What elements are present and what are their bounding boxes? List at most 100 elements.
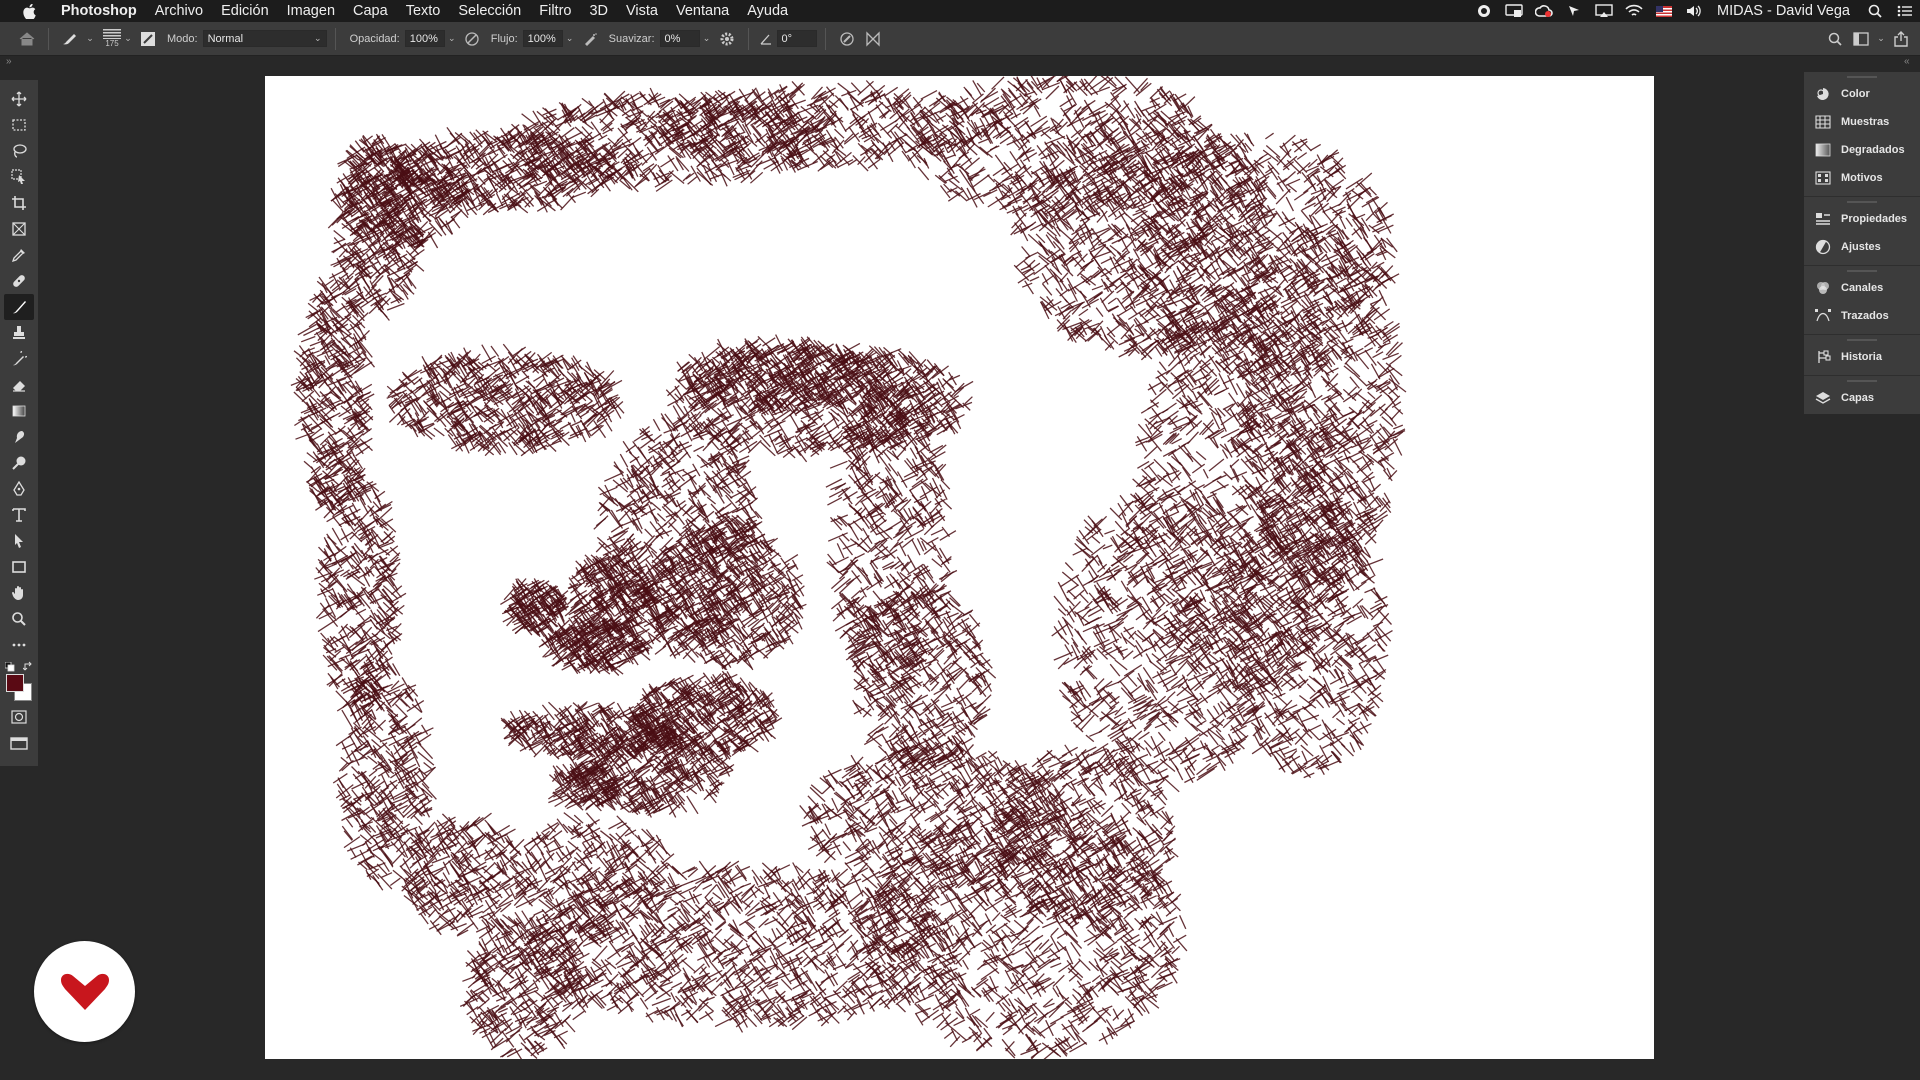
dodge-tool[interactable]: [4, 450, 34, 476]
collapse-toolbar-icon[interactable]: »: [6, 56, 12, 67]
screen-mode-button[interactable]: [4, 730, 34, 756]
document-canvas[interactable]: [265, 76, 1654, 1059]
brush-size-value: 175: [105, 39, 118, 48]
panel-properties[interactable]: Propiedades: [1804, 205, 1920, 233]
panel-label: Motivos: [1841, 172, 1883, 184]
gradient-tool[interactable]: [4, 398, 34, 424]
hand-tool[interactable]: [4, 580, 34, 606]
wifi-icon[interactable]: [1619, 0, 1649, 22]
crop-tool[interactable]: [4, 190, 34, 216]
marquee-tool[interactable]: [4, 112, 34, 138]
brush-settings-panel-icon[interactable]: [135, 26, 161, 52]
chevron-down-icon[interactable]: ⌄: [445, 30, 459, 47]
history-brush-tool[interactable]: [4, 346, 34, 372]
menu-imagen[interactable]: Imagen: [278, 3, 344, 19]
panel-patterns[interactable]: Motivos: [1804, 164, 1920, 192]
panel-group-color: Color Muestras Degradados Motivos: [1804, 72, 1920, 197]
airplay-icon[interactable]: [1589, 0, 1619, 22]
marquee-tool-icon: [11, 117, 27, 133]
rectangle-tool[interactable]: [4, 554, 34, 580]
flow-input[interactable]: 100%: [523, 30, 563, 47]
collapse-dock-icon[interactable]: «: [1904, 56, 1910, 67]
panel-group-properties: Propiedades Ajustes: [1804, 197, 1920, 266]
tools-panel: [0, 80, 38, 766]
brush-angle-input[interactable]: 0°: [777, 30, 817, 47]
workspace-icon[interactable]: [1848, 26, 1874, 52]
menu-app-photoshop[interactable]: Photoshop: [52, 3, 146, 19]
chevron-down-icon[interactable]: ⌄: [563, 30, 577, 47]
lasso-tool[interactable]: [4, 138, 34, 164]
lasso-tool-icon: [11, 143, 27, 159]
type-tool[interactable]: [4, 502, 34, 528]
eraser-tool[interactable]: [4, 372, 34, 398]
flag-us-icon[interactable]: [1649, 0, 1679, 22]
healing-brush-tool[interactable]: [4, 268, 34, 294]
gradient-tool-icon: [11, 403, 27, 419]
panel-history[interactable]: Historia: [1804, 343, 1920, 371]
spotlight-search-icon[interactable]: [1860, 0, 1890, 22]
panel-gradients[interactable]: Degradados: [1804, 136, 1920, 164]
chevron-down-icon[interactable]: ⌄: [121, 30, 135, 47]
frame-tool[interactable]: [4, 216, 34, 242]
home-icon[interactable]: [14, 26, 40, 52]
user-name[interactable]: MIDAS - David Vega: [1709, 3, 1860, 19]
menu-vista[interactable]: Vista: [617, 3, 667, 19]
pressure-size-icon[interactable]: [834, 26, 860, 52]
smoothing-input[interactable]: 0%: [660, 30, 700, 47]
brush-preset-picker[interactable]: [57, 26, 83, 52]
menu-ventana[interactable]: Ventana: [667, 3, 738, 19]
panel-layers[interactable]: Capas: [1804, 384, 1920, 412]
path-select-tool[interactable]: [4, 528, 34, 554]
smoothing-settings-gear-icon[interactable]: [714, 26, 740, 52]
clone-stamp-tool[interactable]: [4, 320, 34, 346]
brush-size-picker[interactable]: 175: [103, 29, 121, 48]
pressure-opacity-icon[interactable]: [459, 26, 485, 52]
cursor-icon[interactable]: [1559, 0, 1589, 22]
move-tool[interactable]: [4, 86, 34, 112]
mode-select[interactable]: Normal ⌄: [203, 30, 327, 47]
menu-ayuda[interactable]: Ayuda: [738, 3, 797, 19]
divider: [335, 28, 336, 50]
search-icon[interactable]: [1822, 26, 1848, 52]
zoom-tool[interactable]: [4, 606, 34, 632]
more-tools[interactable]: [4, 632, 34, 658]
chevron-down-icon[interactable]: ⌄: [1874, 30, 1888, 47]
control-center-list-icon[interactable]: [1890, 0, 1920, 22]
panel-channels[interactable]: Canales: [1804, 274, 1920, 302]
pen-tool[interactable]: [4, 476, 34, 502]
menu-capa[interactable]: Capa: [344, 3, 397, 19]
apple-icon[interactable]: [18, 4, 40, 19]
volume-icon[interactable]: [1679, 0, 1709, 22]
smudge-tool[interactable]: [4, 424, 34, 450]
record-icon[interactable]: [1469, 0, 1499, 22]
display-icon[interactable]: [1499, 0, 1529, 22]
mode-label: Modo:: [167, 33, 198, 45]
panel-label: Color: [1841, 88, 1870, 100]
symmetry-butterfly-icon[interactable]: [860, 26, 886, 52]
menu-filtro[interactable]: Filtro: [530, 3, 580, 19]
chevron-down-icon[interactable]: ⌄: [700, 30, 714, 47]
airbrush-icon[interactable]: [577, 26, 603, 52]
menu-archivo[interactable]: Archivo: [146, 3, 212, 19]
chevron-down-icon[interactable]: ⌄: [83, 30, 97, 47]
panel-swatches[interactable]: Muestras: [1804, 108, 1920, 136]
default-colors-icon[interactable]: [5, 662, 15, 672]
object-select-tool[interactable]: [4, 164, 34, 190]
brush-tool[interactable]: [4, 294, 34, 320]
menu-texto[interactable]: Texto: [397, 3, 450, 19]
swap-colors-icon[interactable]: [23, 661, 34, 672]
menu-seleccion[interactable]: Selección: [449, 3, 530, 19]
chevron-down-icon: ⌄: [314, 33, 322, 44]
opacity-input[interactable]: 100%: [405, 30, 445, 47]
panel-paths[interactable]: Trazados: [1804, 302, 1920, 330]
brush-tool-icon: [11, 299, 27, 315]
creative-cloud-icon[interactable]: [1529, 0, 1559, 22]
quick-mask-button[interactable]: [4, 704, 34, 730]
share-icon[interactable]: [1888, 26, 1914, 52]
foreground-color-swatch[interactable]: [6, 674, 24, 692]
panel-color[interactable]: Color: [1804, 80, 1920, 108]
panel-adjustments[interactable]: Ajustes: [1804, 233, 1920, 261]
menu-edicion[interactable]: Edición: [212, 3, 278, 19]
eyedropper-tool[interactable]: [4, 242, 34, 268]
menu-3d[interactable]: 3D: [580, 3, 617, 19]
